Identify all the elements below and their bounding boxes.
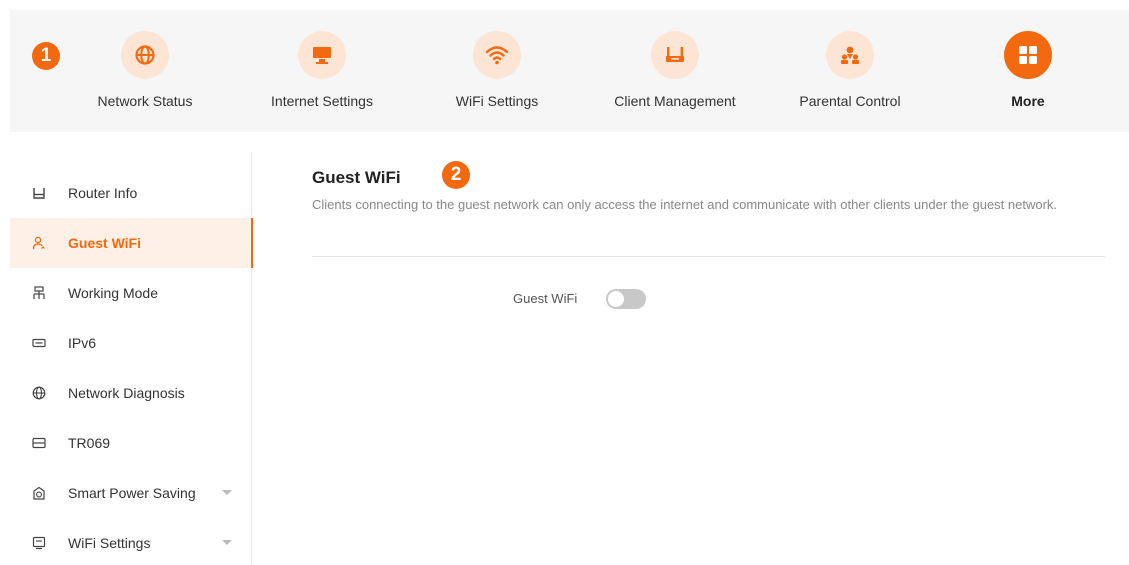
page-title: Guest WiFi: [312, 168, 401, 187]
alarm-icon: [32, 486, 46, 500]
sidebar-item-label: Router Info: [68, 185, 138, 201]
ipv6-icon: [32, 336, 46, 350]
sidebar-item-label: Guest WiFi: [68, 235, 141, 251]
globe-icon: [121, 31, 169, 79]
sidebar-item-tr069[interactable]: TR069: [10, 418, 252, 468]
globe-icon: [32, 386, 46, 400]
router-icon: [651, 31, 699, 79]
nav-more[interactable]: More: [938, 10, 1118, 132]
sidebar-item-wifi-settings[interactable]: WiFi Settings: [10, 518, 252, 565]
sidebar-item-label: WiFi Settings: [68, 535, 151, 551]
sidebar-item-label: Working Mode: [68, 285, 159, 301]
nav-wifi-settings[interactable]: WiFi Settings: [407, 10, 587, 132]
nav-network-status[interactable]: Network Status: [55, 10, 235, 132]
callout-badge-2: 2: [442, 161, 470, 189]
top-navigation: 1 Network Status Internet Settings WiFi …: [10, 10, 1129, 132]
chevron-down-icon[interactable]: [222, 540, 232, 545]
sidebar-item-label: TR069: [68, 435, 111, 451]
toggle-knob: [608, 291, 624, 307]
page-description: Clients connecting to the guest network …: [312, 197, 1058, 212]
sidebar-item-guest-wifi[interactable]: Guest WiFi: [10, 218, 253, 268]
sidebar-item-label: Smart Power Saving: [68, 485, 196, 501]
nav-label: Client Management: [614, 93, 736, 109]
nav-label: Parental Control: [799, 93, 901, 109]
nav-label: Network Status: [97, 93, 193, 109]
sidebar-item-smart-power-saving[interactable]: Smart Power Saving: [10, 468, 252, 518]
guest-icon: [32, 236, 46, 250]
card-icon: [32, 436, 46, 450]
wifi-icon: [473, 31, 521, 79]
screen-icon: [32, 536, 46, 550]
sidebar: Router Info Guest WiFi Working Mode IPv6…: [10, 152, 253, 565]
monitor-icon: [298, 31, 346, 79]
nav-client-management[interactable]: Client Management: [585, 10, 765, 132]
grid-icon: [1004, 31, 1052, 79]
family-icon: [826, 31, 874, 79]
nav-parental-control[interactable]: Parental Control: [760, 10, 940, 132]
sidebar-item-ipv6[interactable]: IPv6: [10, 318, 252, 368]
nav-label: Internet Settings: [271, 93, 373, 109]
sidebar-item-working-mode[interactable]: Working Mode: [10, 268, 252, 318]
router-info-icon: [32, 186, 46, 200]
nav-internet-settings[interactable]: Internet Settings: [232, 10, 412, 132]
nav-label: WiFi Settings: [455, 93, 539, 109]
chevron-down-icon[interactable]: [222, 490, 232, 495]
sidebar-item-router-info[interactable]: Router Info: [10, 168, 252, 218]
nav-label: More: [1011, 93, 1045, 109]
divider: [312, 256, 1105, 257]
guest-wifi-toggle[interactable]: [606, 289, 646, 309]
sidebar-item-label: IPv6: [68, 335, 97, 351]
guest-wifi-label: Guest WiFi: [513, 291, 578, 306]
network-tree-icon: [32, 286, 46, 300]
sidebar-item-label: Network Diagnosis: [68, 385, 185, 401]
sidebar-item-network-diagnosis[interactable]: Network Diagnosis: [10, 368, 252, 418]
